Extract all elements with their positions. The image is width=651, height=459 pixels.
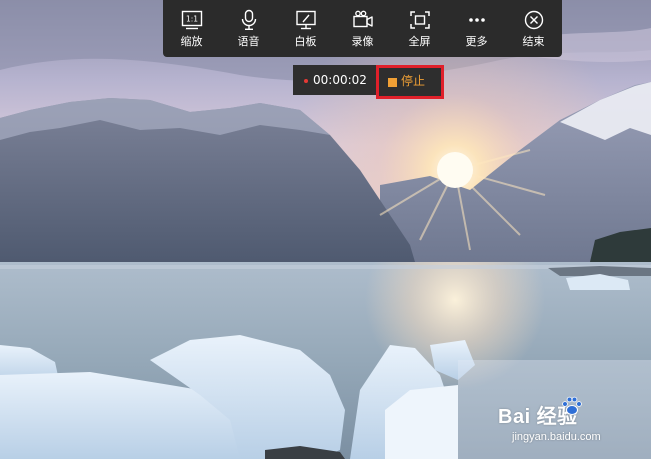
voice-label: 语音 [237,35,260,48]
zoom-button[interactable]: 1:1 缩放 [163,0,220,57]
zoom-icon: 1:1 [181,10,202,30]
video-camera-icon [352,10,373,28]
voice-button[interactable]: 语音 [220,0,277,57]
whiteboard-label: 白板 [294,35,317,48]
end-label: 结束 [522,35,545,48]
stop-recording-button[interactable]: 停止 [376,65,444,99]
fullscreen-icon [409,11,430,29]
more-icon [468,18,485,22]
stop-icon [388,78,397,87]
fullscreen-label: 全屏 [408,35,431,48]
close-icon [524,10,543,30]
record-button[interactable]: 录像 [334,0,391,57]
more-button[interactable]: 更多 [448,0,505,57]
recording-dot-icon [304,79,308,83]
zoom-label: 缩放 [180,35,203,48]
paw-icon [562,396,582,415]
stop-label: 停止 [401,74,426,88]
screen-share-toolbar: 1:1 缩放 语音 白板 录像 全屏 更多 结束 [163,0,562,57]
zoom-icon-text: 1:1 [185,15,197,24]
watermark-url: jingyan.baidu.com [512,431,601,443]
more-label: 更多 [465,35,488,48]
whiteboard-button[interactable]: 白板 [277,0,334,57]
fullscreen-button[interactable]: 全屏 [391,0,448,57]
whiteboard-icon [295,10,316,30]
recording-timer: 00:00:02 [313,73,367,87]
end-button[interactable]: 结束 [505,0,562,57]
record-label: 录像 [351,35,374,48]
microphone-icon [241,9,256,30]
